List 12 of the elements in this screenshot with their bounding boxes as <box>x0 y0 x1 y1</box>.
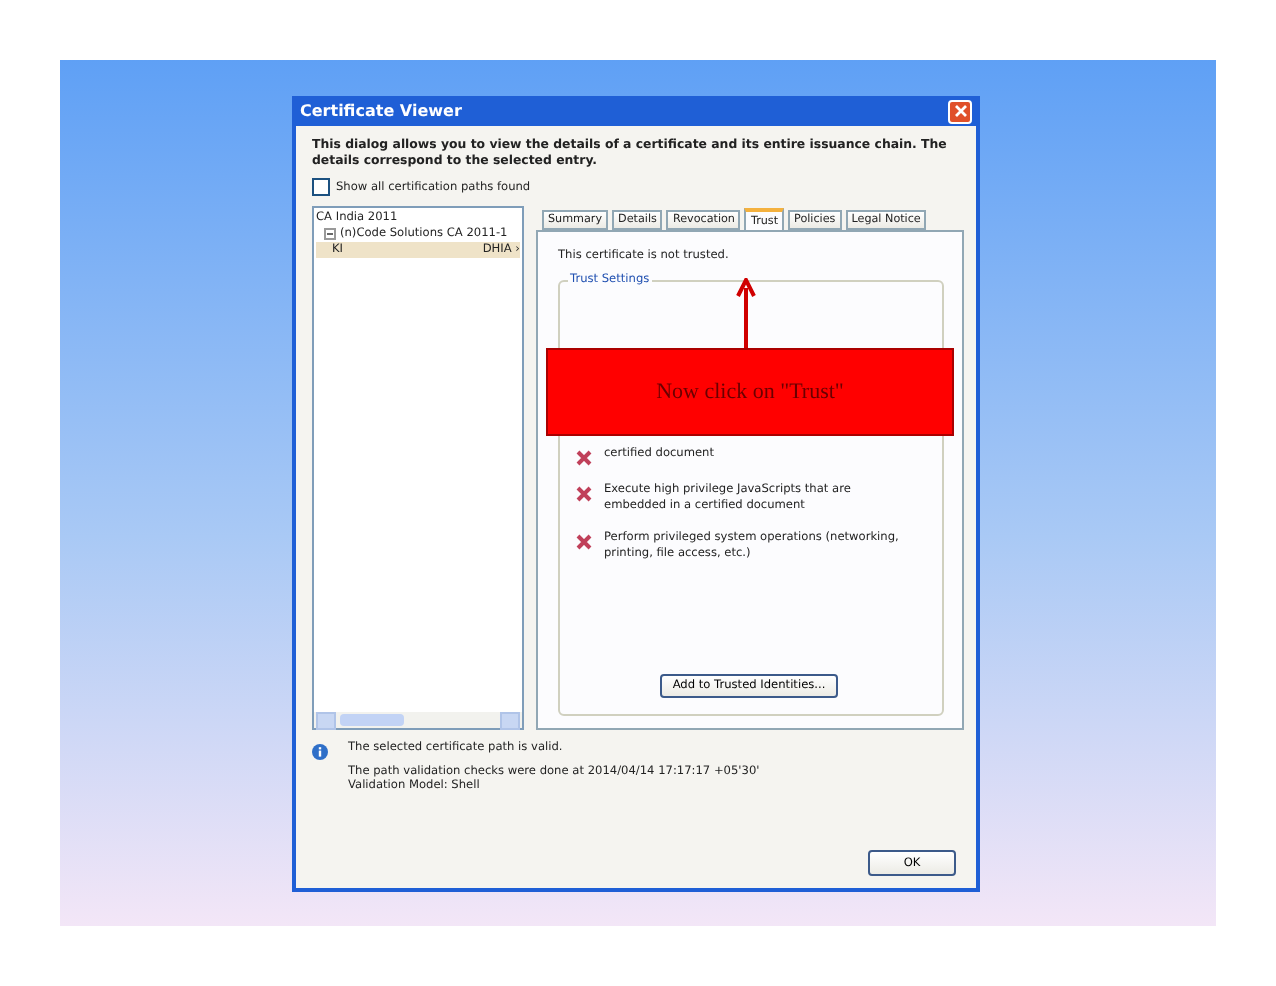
horizontal-scrollbar[interactable] <box>314 712 522 728</box>
arrow-drawing <box>736 278 756 350</box>
info-icon <box>312 744 328 760</box>
collapse-icon[interactable] <box>324 228 336 240</box>
callout-text: Now click on "Trust" <box>656 380 844 404</box>
x-icon <box>576 450 592 466</box>
close-icon <box>953 104 967 118</box>
x-icon <box>576 486 592 502</box>
checkbox[interactable] <box>312 178 330 196</box>
window-title: Certificate Viewer <box>300 102 462 120</box>
close-button[interactable] <box>948 99 972 123</box>
x-icon <box>576 534 592 550</box>
